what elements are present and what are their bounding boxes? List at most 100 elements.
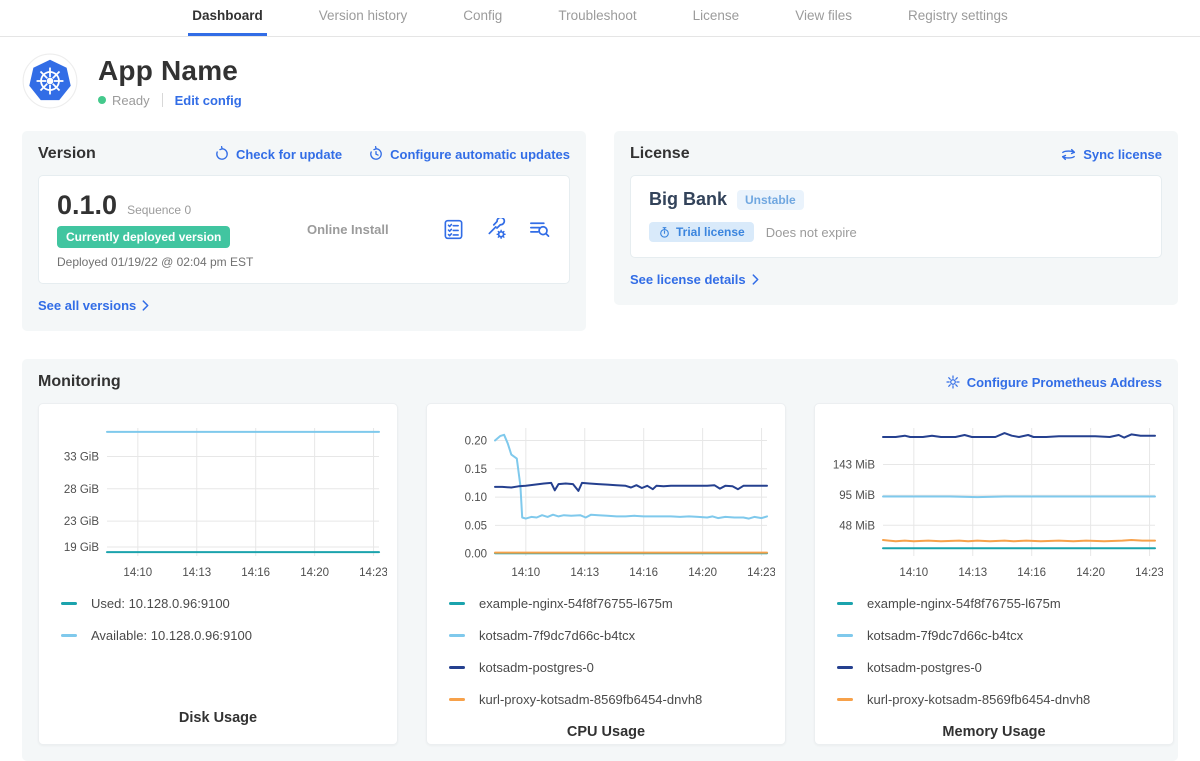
svg-text:14:20: 14:20 [1076,567,1105,579]
version-number: 0.1.0 [57,190,117,221]
top-nav: Dashboard Version history Config Troublesho… [0,0,1200,37]
divider [162,93,163,107]
legend-swatch-icon [449,602,465,605]
legend-label: kurl-proxy-kotsadm-8569fb6454-dnvh8 [867,692,1090,707]
legend-item: example-nginx-54f8f76755-l675m [449,596,775,611]
channel-badge: Unstable [737,190,804,210]
legend-label: kotsadm-postgres-0 [867,660,982,675]
chart-title: Disk Usage [49,710,387,726]
schedule-update-icon [368,146,384,162]
license-type-badge: Trial license [649,222,754,242]
svg-text:14:10: 14:10 [123,567,152,579]
license-customer-name: Big Bank [649,189,727,210]
series-line [883,433,1155,438]
view-logs-icon[interactable] [528,218,551,241]
install-type-label: Online Install [307,222,442,237]
tab-registry-settings[interactable]: Registry settings [904,0,1012,36]
page-title: App Name [98,55,242,87]
configure-prometheus-link[interactable]: Configure Prometheus Address [945,374,1162,390]
svg-text:14:10: 14:10 [511,567,540,579]
svg-text:28 GiB: 28 GiB [64,484,99,496]
legend-swatch-icon [837,666,853,669]
svg-text:23 GiB: 23 GiB [64,516,99,528]
tab-config[interactable]: Config [459,0,506,36]
svg-text:19 GiB: 19 GiB [64,542,99,554]
legend-item: kurl-proxy-kotsadm-8569fb6454-dnvh8 [449,692,775,707]
version-card: Version Check for update Co [22,131,586,331]
legend-label: example-nginx-54f8f76755-l675m [479,596,673,611]
edit-config-link[interactable]: Edit config [175,93,242,108]
legend-label: kotsadm-7f9dc7d66c-b4tcx [479,628,635,643]
preflight-checks-icon[interactable] [442,218,465,241]
series-line [883,497,1155,498]
see-all-versions-link[interactable]: See all versions [38,298,149,313]
legend-item: kotsadm-7f9dc7d66c-b4tcx [837,628,1163,643]
svg-text:14:16: 14:16 [241,567,270,579]
disk-usage-legend: Used: 10.128.0.96:9100 Available: 10.128.… [61,596,387,660]
disk-usage-chart: 33 GiB 28 GiB 23 GiB 19 GiB 14:10 14:13 14:16 1… [49,416,387,584]
cpu-usage-chart: 0.20 0.15 0.10 0.05 0.00 14:10 14:13 14:16 14:20… [437,416,775,584]
legend-swatch-icon [61,634,77,637]
kubernetes-logo-icon [22,53,78,109]
chart-title: Memory Usage [825,724,1163,740]
license-card-title: License [630,145,690,163]
svg-text:0.10: 0.10 [465,492,487,504]
svg-text:0.20: 0.20 [465,435,487,447]
legend-item: kotsadm-postgres-0 [449,660,775,675]
legend-label: example-nginx-54f8f76755-l675m [867,596,1061,611]
legend-label: Available: 10.128.0.96:9100 [91,628,252,643]
legend-label: kotsadm-postgres-0 [479,660,594,675]
svg-text:14:13: 14:13 [958,567,987,579]
cpu-usage-legend: example-nginx-54f8f76755-l675m kotsadm-7f… [449,596,775,724]
svg-text:14:23: 14:23 [1135,567,1163,579]
svg-text:33 GiB: 33 GiB [64,451,99,463]
tab-license[interactable]: License [689,0,744,36]
legend-label: kotsadm-7f9dc7d66c-b4tcx [867,628,1023,643]
svg-text:14:13: 14:13 [182,567,211,579]
app-header: App Name Ready Edit config [0,37,1200,131]
see-license-details-link[interactable]: See license details [630,272,759,287]
deployed-status-badge: Currently deployed version [57,226,230,248]
legend-item: Used: 10.128.0.96:9100 [61,596,387,611]
tab-view-files[interactable]: View files [791,0,856,36]
legend-swatch-icon [837,602,853,605]
legend-item: Available: 10.128.0.96:9100 [61,628,387,643]
legend-swatch-icon [449,698,465,701]
series-line [495,435,767,519]
svg-text:14:10: 14:10 [899,567,928,579]
legend-swatch-icon [449,634,465,637]
deployed-timestamp: Deployed 01/19/22 @ 02:04 pm EST [57,255,307,269]
version-sequence: Sequence 0 [127,203,191,217]
svg-text:14:20: 14:20 [688,567,717,579]
legend-swatch-icon [837,698,853,701]
legend-label: kurl-proxy-kotsadm-8569fb6454-dnvh8 [479,692,702,707]
chart-title: CPU Usage [437,724,775,740]
memory-usage-chart-card: 143 MiB95 MiB48 MiB14:1014:1314:1614:201… [814,403,1174,745]
svg-text:14:13: 14:13 [570,567,599,579]
tab-version-history[interactable]: Version history [315,0,412,36]
tab-troubleshoot[interactable]: Troubleshoot [554,0,640,36]
legend-item: kotsadm-postgres-0 [837,660,1163,675]
cpu-usage-chart-card: 0.20 0.15 0.10 0.05 0.00 14:10 14:13 14:16 14:20… [426,403,786,745]
edit-config-tools-icon[interactable] [485,218,508,241]
svg-text:0.05: 0.05 [465,520,487,532]
license-card: License Sync license Big Bank Unstable [614,131,1178,305]
check-for-update-link[interactable]: Check for update [214,146,342,162]
gear-icon [945,374,961,390]
svg-text:14:23: 14:23 [747,567,775,579]
svg-text:14:16: 14:16 [629,567,658,579]
sync-license-link[interactable]: Sync license [1060,146,1162,163]
legend-item: kurl-proxy-kotsadm-8569fb6454-dnvh8 [837,692,1163,707]
svg-text:14:23: 14:23 [359,567,387,579]
configure-automatic-updates-link[interactable]: Configure automatic updates [368,146,570,162]
memory-usage-legend: example-nginx-54f8f76755-l675m kotsadm-7f… [837,596,1163,724]
svg-text:14:20: 14:20 [300,567,329,579]
svg-text:14:16: 14:16 [1017,567,1046,579]
svg-text:0.15: 0.15 [465,464,487,476]
svg-text:0.00: 0.00 [465,549,487,561]
disk-usage-chart-card: 33 GiB 28 GiB 23 GiB 19 GiB 14:10 14:13 14:16 1… [38,403,398,745]
legend-item: example-nginx-54f8f76755-l675m [837,596,1163,611]
legend-swatch-icon [837,634,853,637]
tab-dashboard[interactable]: Dashboard [188,0,267,36]
sync-arrows-icon [1060,146,1077,163]
